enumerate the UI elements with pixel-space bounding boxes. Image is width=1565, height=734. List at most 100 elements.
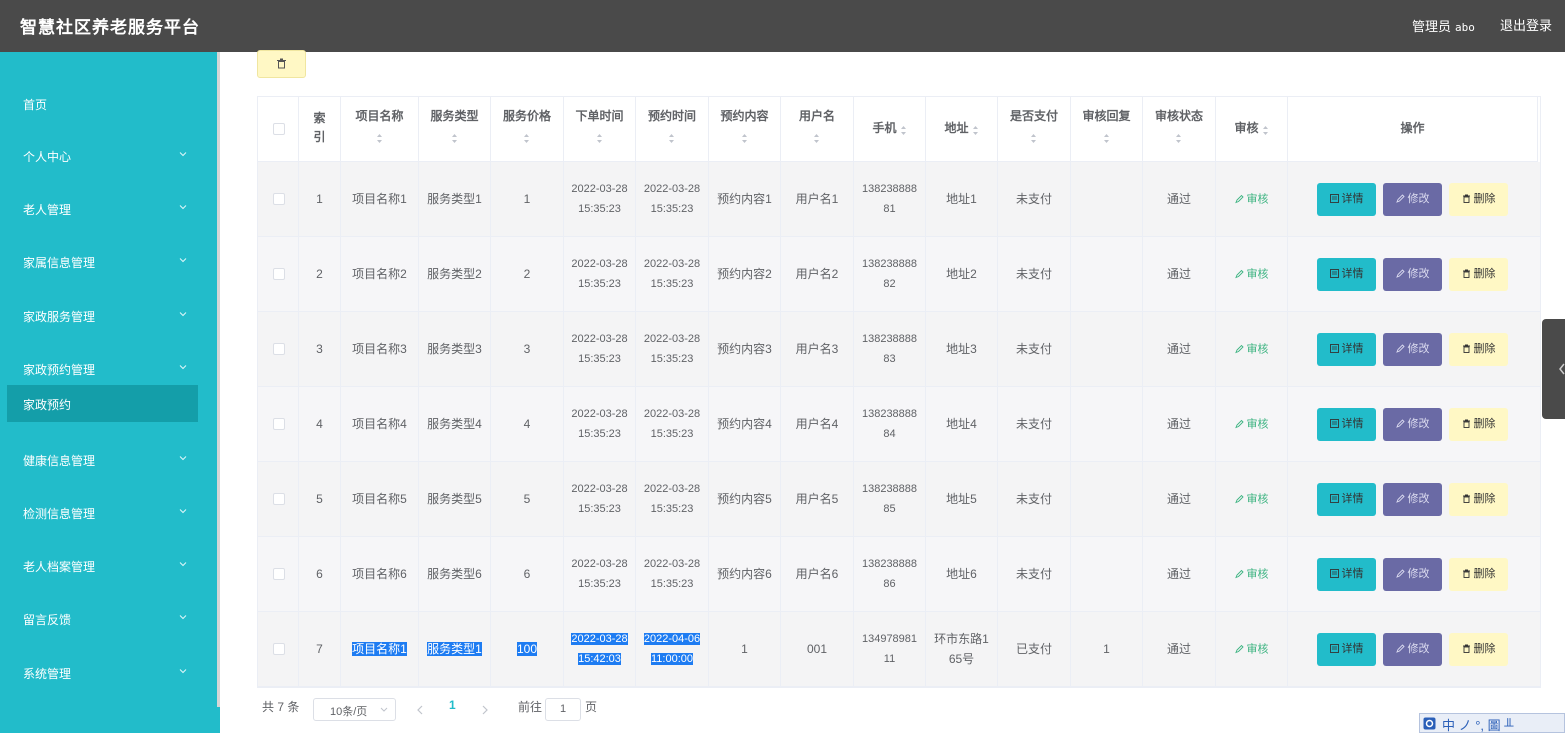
sidebar-item[interactable]: 家政服务管理 <box>0 296 217 336</box>
detail-button[interactable]: 详情 <box>1317 633 1376 666</box>
sort-icon[interactable] <box>376 133 383 144</box>
table-row[interactable]: 1 项目名称1 服务类型1 1 2022-03-28 15:35:23 2022-03-2… <box>258 162 1540 237</box>
sort-icon[interactable] <box>596 133 603 144</box>
row-checkbox[interactable] <box>273 568 285 580</box>
delete-button[interactable]: 删除 <box>1449 633 1508 666</box>
table-row[interactable]: 5 项目名称5 服务类型5 5 2022-03-28 15:35:23 2022-03-2… <box>258 462 1540 537</box>
row-checkbox[interactable] <box>273 493 285 505</box>
sort-icon[interactable] <box>741 133 748 144</box>
audit-link[interactable]: 审核 <box>1234 194 1269 206</box>
table-row[interactable]: 6 项目名称6 服务类型6 6 2022-03-28 15:35:23 2022-03-2… <box>258 537 1540 612</box>
edit-button[interactable]: 修改 <box>1383 633 1442 666</box>
column-header[interactable]: 用户名 <box>781 97 854 162</box>
table-row[interactable]: 2 项目名称2 服务类型2 2 2022-03-28 15:35:23 2022-03-2… <box>258 237 1540 312</box>
sidebar-item[interactable]: 健康信息管理 <box>0 440 217 480</box>
cell-status: 通过 <box>1143 312 1216 386</box>
sort-icon[interactable] <box>1030 133 1037 144</box>
delete-button[interactable]: 删除 <box>1449 183 1508 216</box>
column-header[interactable]: 预约内容 <box>709 97 781 162</box>
column-header[interactable]: 服务价格 <box>491 97 564 162</box>
edit-button[interactable]: 修改 <box>1383 258 1442 291</box>
detail-button[interactable]: 详情 <box>1317 558 1376 591</box>
table-row[interactable]: 7 项目名称1 服务类型1 100 2022-03-28 15:42:03 2022-04… <box>258 612 1540 687</box>
prev-page-icon[interactable] <box>416 705 424 715</box>
sidebar-item[interactable]: 老人管理 <box>0 189 217 229</box>
column-header[interactable]: 审核状态 <box>1143 97 1216 162</box>
delete-button[interactable]: 删除 <box>1449 258 1508 291</box>
audit-link[interactable]: 审核 <box>1234 344 1269 356</box>
row-checkbox[interactable] <box>273 418 285 430</box>
cell-index: 3 <box>299 312 341 386</box>
audit-link[interactable]: 审核 <box>1234 494 1269 506</box>
sidebar-item[interactable]: 老人档案管理 <box>0 546 217 586</box>
sort-icon[interactable] <box>1262 123 1269 136</box>
chevron-down-icon <box>179 509 187 514</box>
delete-button[interactable]: 删除 <box>1449 333 1508 366</box>
row-checkbox[interactable] <box>273 343 285 355</box>
logout-link[interactable]: 退出登录 <box>1500 15 1552 34</box>
ime-toolbar[interactable]: 中 ノ °, 圖 ╨ <box>1419 713 1565 733</box>
sidebar-item[interactable]: 检测信息管理 <box>0 493 217 533</box>
cell-user-value: 用户名5 <box>795 492 839 506</box>
delete-button[interactable]: 删除 <box>1449 558 1508 591</box>
sidebar-item[interactable]: 家政预约 <box>7 385 198 422</box>
row-checkbox[interactable] <box>273 268 285 280</box>
sidebar-item-label: 家政预约管理 <box>23 363 96 377</box>
select-all-checkbox[interactable] <box>273 123 285 135</box>
sidebar-item[interactable]: 首页 <box>0 84 217 124</box>
edit-button[interactable]: 修改 <box>1383 183 1442 216</box>
detail-button[interactable]: 详情 <box>1317 408 1376 441</box>
detail-button[interactable]: 详情 <box>1317 333 1376 366</box>
batch-delete-button[interactable] <box>257 50 306 78</box>
sort-icon[interactable] <box>972 123 979 136</box>
audit-link[interactable]: 审核 <box>1234 644 1269 656</box>
next-page-icon[interactable] <box>481 705 489 715</box>
audit-link[interactable]: 审核 <box>1234 269 1269 281</box>
edit-button[interactable]: 修改 <box>1383 333 1442 366</box>
row-checkbox[interactable] <box>273 193 285 205</box>
sidebar-item[interactable]: 个人中心 <box>0 136 217 176</box>
detail-button[interactable]: 详情 <box>1317 183 1376 216</box>
sort-icon[interactable] <box>1175 133 1182 144</box>
sidebar-item[interactable]: 家政预约管理 <box>0 349 217 389</box>
edit-button[interactable]: 修改 <box>1383 558 1442 591</box>
column-header[interactable]: 地址 <box>926 97 998 162</box>
column-header[interactable]: 预约时间 <box>636 97 709 162</box>
page-size-select[interactable]: 10条/页 <box>313 698 396 721</box>
column-header[interactable]: 项目名称 <box>341 97 419 162</box>
cell-index: 4 <box>299 387 341 461</box>
edit-button[interactable]: 修改 <box>1383 408 1442 441</box>
audit-link[interactable]: 审核 <box>1234 419 1269 431</box>
sort-icon[interactable] <box>1103 133 1110 144</box>
sidebar-item[interactable]: 留言反馈 <box>0 599 217 639</box>
sort-icon[interactable] <box>668 133 675 144</box>
row-checkbox[interactable] <box>273 643 285 655</box>
sort-icon[interactable] <box>451 133 458 144</box>
goto-page-input[interactable]: 1 <box>545 698 581 721</box>
edit-button[interactable]: 修改 <box>1383 483 1442 516</box>
table-row[interactable]: 4 项目名称4 服务类型4 4 2022-03-28 15:35:23 2022-03-2… <box>258 387 1540 462</box>
detail-button[interactable]: 详情 <box>1317 258 1376 291</box>
sidebar-item[interactable]: 系统管理 <box>0 653 217 693</box>
cell-reply <box>1071 312 1143 386</box>
sort-icon[interactable] <box>900 123 907 136</box>
side-panel-toggle[interactable] <box>1542 319 1565 419</box>
column-header[interactable]: 审核回复 <box>1071 97 1143 162</box>
detail-button[interactable]: 详情 <box>1317 483 1376 516</box>
delete-button[interactable]: 删除 <box>1449 408 1508 441</box>
delete-button[interactable]: 删除 <box>1449 483 1508 516</box>
column-header[interactable]: 是否支付 <box>998 97 1071 162</box>
sidebar-item[interactable]: 家属信息管理 <box>0 242 217 282</box>
column-header[interactable]: 下单时间 <box>564 97 636 162</box>
column-header[interactable]: 审核 <box>1216 97 1288 162</box>
sort-icon[interactable] <box>523 133 530 144</box>
sidebar-scrollbar[interactable] <box>217 52 220 707</box>
chevron-down-icon <box>179 365 187 370</box>
page-number-current[interactable]: 1 <box>449 698 456 722</box>
sort-icon[interactable] <box>813 133 820 144</box>
audit-link[interactable]: 审核 <box>1234 569 1269 581</box>
column-header[interactable]: 手机 <box>854 97 926 162</box>
row-select-cell <box>258 537 299 611</box>
column-header[interactable]: 服务类型 <box>419 97 491 162</box>
table-row[interactable]: 3 项目名称3 服务类型3 3 2022-03-28 15:35:23 2022-03-2… <box>258 312 1540 387</box>
